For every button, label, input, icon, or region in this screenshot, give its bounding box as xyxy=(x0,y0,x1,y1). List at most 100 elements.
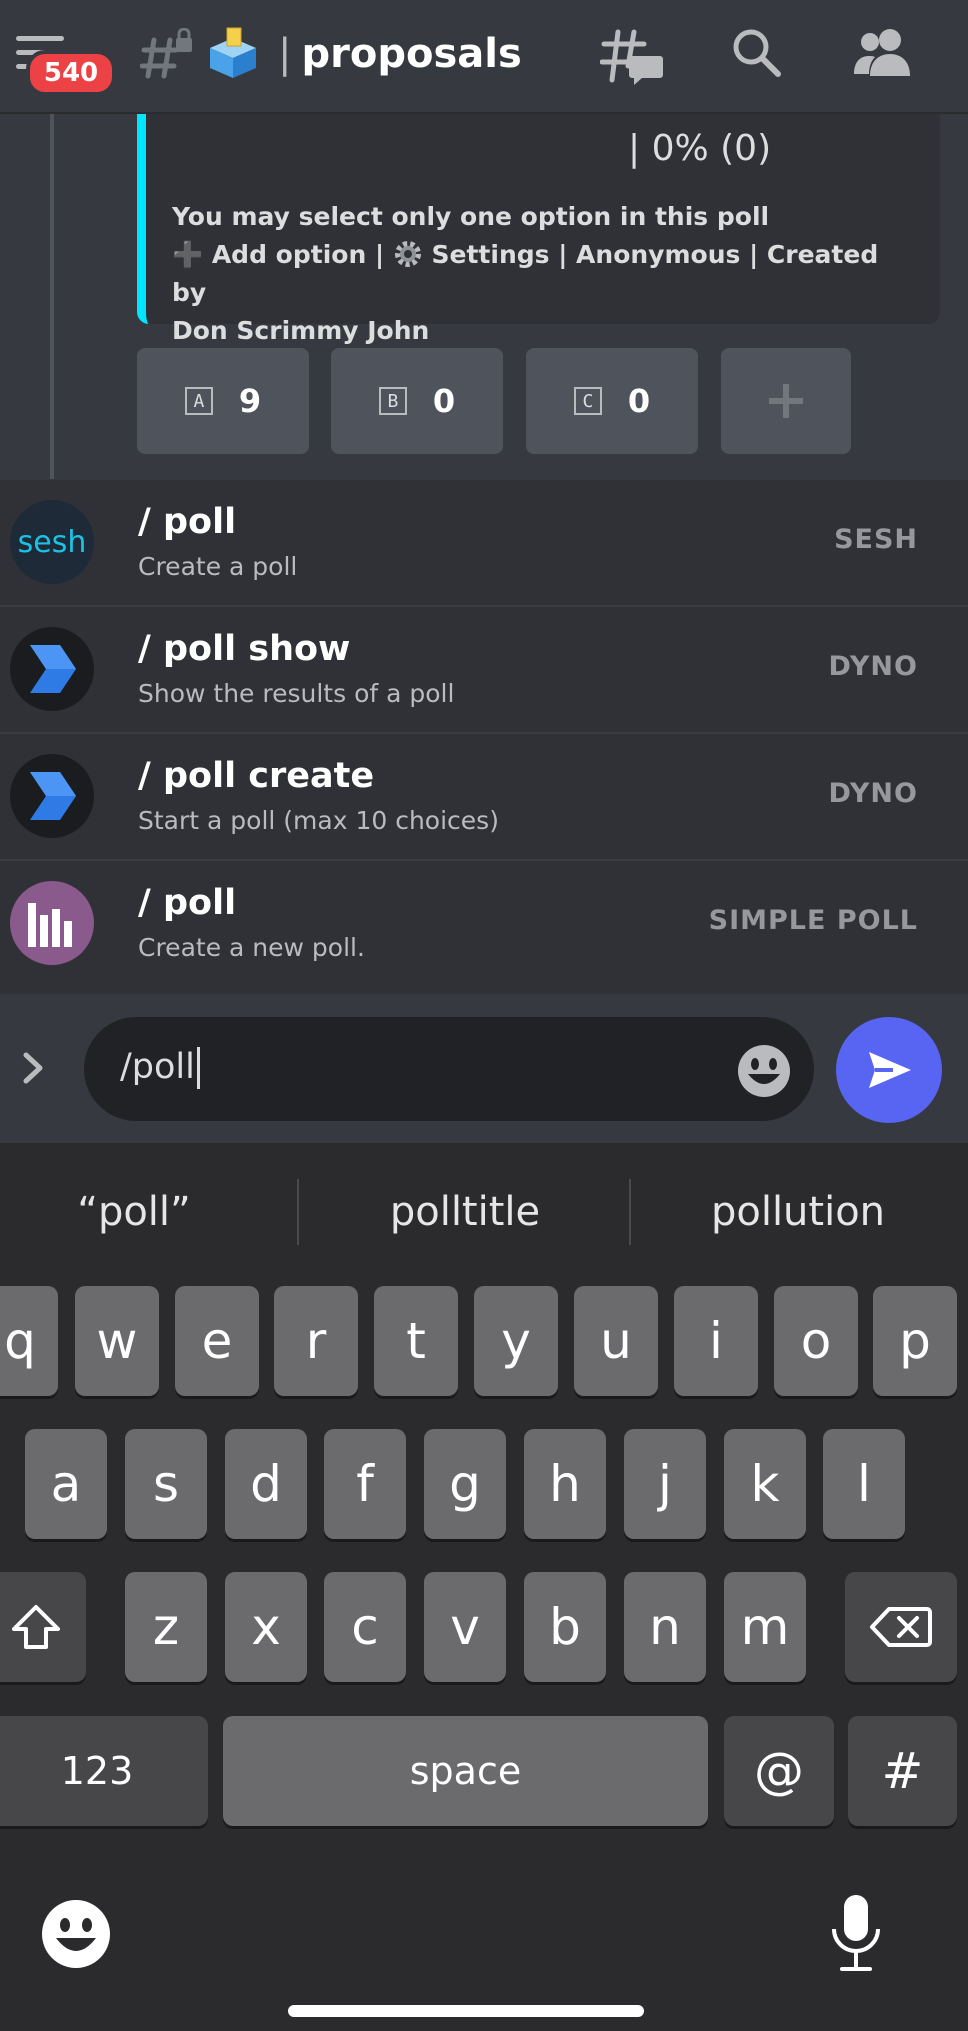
message-composer: /poll xyxy=(0,995,968,1143)
command-app: SIMPLE POLL xyxy=(708,905,918,936)
suggestion-item[interactable]: pollution xyxy=(648,1189,948,1235)
chevron-right-icon[interactable] xyxy=(14,1043,54,1093)
emoji-keyboard-icon[interactable] xyxy=(40,1898,112,1970)
option-letter: A xyxy=(184,387,213,415)
command-suggestion[interactable]: / poll show Show the results of a poll D… xyxy=(0,607,968,734)
key-k[interactable]: k xyxy=(724,1429,806,1539)
space-key[interactable]: space xyxy=(223,1716,708,1826)
dyno-logo-icon xyxy=(30,645,76,693)
dyno-logo-icon xyxy=(30,772,76,820)
simple-poll-avatar xyxy=(10,881,94,965)
poll-creator: Don Scrimmy John xyxy=(172,316,430,345)
shift-key[interactable] xyxy=(0,1572,86,1682)
threads-icon[interactable] xyxy=(600,26,664,86)
option-count: 9 xyxy=(238,382,262,420)
key-a[interactable]: a xyxy=(25,1429,107,1539)
numbers-key[interactable]: 123 xyxy=(0,1716,208,1826)
key-u[interactable]: u xyxy=(574,1286,658,1396)
key-b[interactable]: b xyxy=(524,1572,606,1682)
at-key[interactable]: @ xyxy=(724,1716,834,1826)
send-icon xyxy=(869,1052,911,1088)
add-poll-option-button[interactable] xyxy=(721,348,851,454)
key-h[interactable]: h xyxy=(524,1429,606,1539)
suggestion-item[interactable]: polltitle xyxy=(315,1189,615,1235)
key-o[interactable]: o xyxy=(774,1286,858,1396)
key-y[interactable]: y xyxy=(474,1286,558,1396)
sesh-avatar: sesh xyxy=(10,500,94,584)
key-g[interactable]: g xyxy=(424,1429,506,1539)
backspace-key[interactable] xyxy=(845,1572,957,1682)
avatar-text: sesh xyxy=(17,524,87,560)
command-name: / poll create xyxy=(138,756,375,796)
command-name: / poll show xyxy=(138,629,351,669)
gear-icon xyxy=(394,241,421,267)
key-s[interactable]: s xyxy=(125,1429,207,1539)
key-i[interactable]: i xyxy=(674,1286,758,1396)
key-w[interactable]: w xyxy=(75,1286,159,1396)
dyno-avatar xyxy=(10,754,94,838)
key-x[interactable]: x xyxy=(225,1572,307,1682)
command-autocomplete: sesh / poll Create a poll SESH / poll sh… xyxy=(0,480,968,994)
command-description: Start a poll (max 10 choices) xyxy=(138,806,499,835)
message-input[interactable]: /poll xyxy=(84,1017,814,1121)
ios-keyboard: “poll” polltitle pollution q w e r t y u… xyxy=(0,1143,968,2031)
text-caret xyxy=(196,1047,200,1089)
command-description: Create a poll xyxy=(138,552,298,581)
backspace-icon xyxy=(870,1607,932,1647)
search-icon[interactable] xyxy=(730,26,782,78)
message-area: | 0% (0) You may select only one option … xyxy=(0,114,968,479)
poll-embed: | 0% (0) You may select only one option … xyxy=(137,114,940,345)
thread-line xyxy=(50,114,54,479)
command-app: DYNO xyxy=(828,778,918,809)
key-f[interactable]: f xyxy=(324,1429,406,1539)
option-letter: C xyxy=(573,387,602,415)
microphone-icon[interactable] xyxy=(826,1891,886,1975)
key-j[interactable]: j xyxy=(624,1429,706,1539)
key-c[interactable]: c xyxy=(324,1572,406,1682)
poll-option-c-button[interactable]: C 0 xyxy=(526,348,698,454)
members-icon[interactable] xyxy=(852,26,914,78)
key-m[interactable]: m xyxy=(724,1572,806,1682)
command-name: / poll xyxy=(138,883,237,923)
command-app: SESH xyxy=(834,524,918,555)
channel-title[interactable]: | proposals xyxy=(278,26,522,82)
key-t[interactable]: t xyxy=(374,1286,458,1396)
poll-option-b-button[interactable]: B 0 xyxy=(331,348,503,454)
poll-option-a-button[interactable]: A 9 xyxy=(137,348,309,454)
key-p[interactable]: p xyxy=(873,1286,957,1396)
divider xyxy=(297,1179,299,1245)
add-option-link[interactable]: ➕ Add option | xyxy=(172,240,384,269)
option-count: 0 xyxy=(627,382,651,420)
key-l[interactable]: l xyxy=(823,1429,905,1539)
option-letter: B xyxy=(378,387,407,415)
send-button[interactable] xyxy=(836,1017,942,1123)
shift-icon xyxy=(12,1605,60,1649)
suggestion-item[interactable]: “poll” xyxy=(0,1189,284,1235)
locked-hash-icon xyxy=(140,28,192,79)
message-input-value: /poll xyxy=(120,1047,195,1087)
key-d[interactable]: d xyxy=(225,1429,307,1539)
poll-instruction: You may select only one option in this p… xyxy=(172,202,770,231)
key-z[interactable]: z xyxy=(125,1572,207,1682)
poll-result: | 0% (0) xyxy=(628,128,772,169)
channel-header: 540 | proposals xyxy=(0,0,968,114)
home-indicator[interactable] xyxy=(288,2005,644,2017)
command-app: DYNO xyxy=(828,651,918,682)
command-suggestion[interactable]: sesh / poll Create a poll SESH xyxy=(0,480,968,607)
hash-key[interactable]: # xyxy=(848,1716,957,1826)
key-r[interactable]: r xyxy=(274,1286,358,1396)
key-e[interactable]: e xyxy=(175,1286,259,1396)
command-suggestion[interactable]: / poll Create a new poll. SIMPLE POLL xyxy=(0,861,968,988)
bar-chart-icon xyxy=(28,903,72,947)
unread-badge: 540 xyxy=(26,50,116,96)
key-q[interactable]: q xyxy=(0,1286,58,1396)
command-description: Create a new poll. xyxy=(138,933,365,962)
option-count: 0 xyxy=(432,382,456,420)
key-n[interactable]: n xyxy=(624,1572,706,1682)
key-v[interactable]: v xyxy=(424,1572,506,1682)
predictive-bar: “poll” polltitle pollution xyxy=(0,1143,968,1283)
emoji-picker-icon[interactable] xyxy=(736,1043,792,1099)
channel-name: proposals xyxy=(301,31,522,77)
dyno-avatar xyxy=(10,627,94,711)
command-suggestion[interactable]: / poll create Start a poll (max 10 choic… xyxy=(0,734,968,861)
